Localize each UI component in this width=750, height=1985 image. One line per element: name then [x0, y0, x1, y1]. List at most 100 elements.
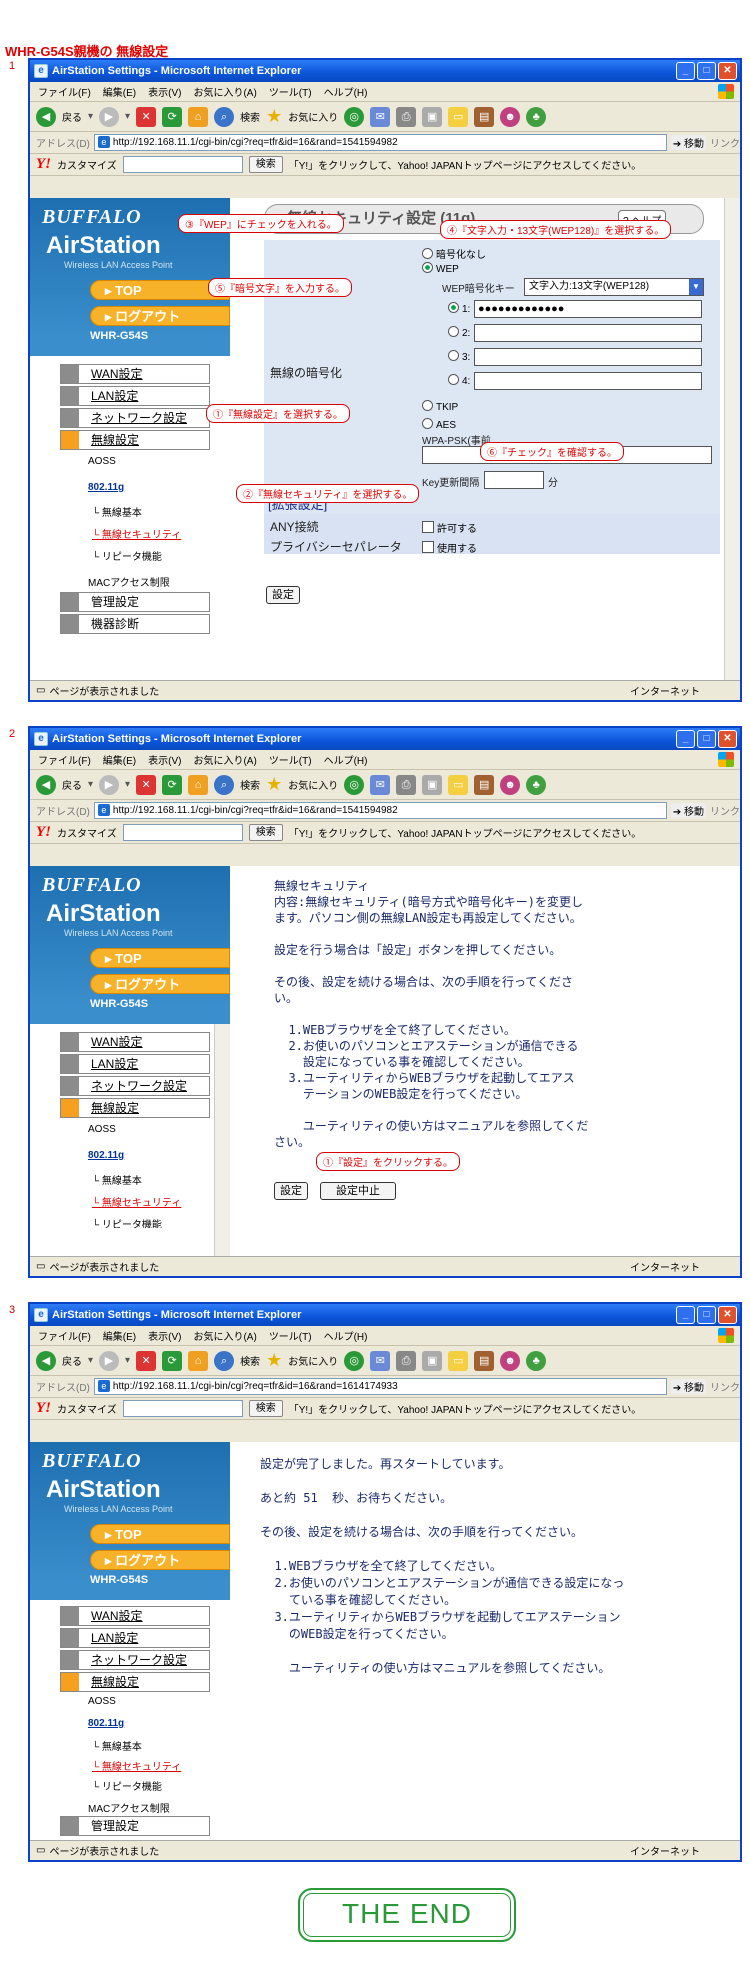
logout-button[interactable]: ▸ ログアウト — [90, 306, 230, 326]
nav-mac-filter[interactable]: MACアクセス制限 — [88, 574, 170, 589]
edit-icon[interactable]: ▣ — [422, 106, 443, 127]
print-icon[interactable]: ⎙ — [396, 106, 417, 127]
edit-icon[interactable]: ▣ — [422, 774, 443, 795]
yahoo-search-button[interactable]: 検索 — [248, 824, 283, 841]
nav-wireless-basic[interactable]: └ 無線基本 — [92, 504, 142, 519]
users-icon[interactable]: ♣ — [526, 1350, 547, 1371]
nav-diagnostics[interactable]: 機器診断 — [60, 614, 210, 634]
go-button[interactable]: ➔ 移動 — [670, 803, 706, 818]
minimize-button[interactable]: _ — [676, 62, 695, 80]
users-icon[interactable]: ♣ — [526, 106, 547, 127]
menu-file[interactable]: ファイル(F) — [38, 1328, 91, 1343]
radio-tkip[interactable]: TKIP — [422, 400, 458, 413]
links-label[interactable]: リンク — [710, 1379, 740, 1394]
menu-view[interactable]: 表示(V) — [148, 1328, 181, 1343]
key-interval-input[interactable] — [484, 471, 544, 489]
print-icon[interactable]: ⎙ — [396, 774, 417, 795]
refresh-icon[interactable]: ⟳ — [162, 106, 183, 127]
mail-icon[interactable]: ✉ — [370, 106, 391, 127]
back-label[interactable]: 戻る — [62, 109, 82, 124]
links-label[interactable]: リンク — [710, 803, 740, 818]
wep-key-3-input[interactable] — [474, 348, 702, 366]
edit-icon[interactable]: ▣ — [422, 1350, 443, 1371]
url-input[interactable]: http://192.168.11.1/cgi-bin/cgi?req=tfr&… — [93, 1378, 667, 1395]
back-label[interactable]: 戻る — [62, 777, 82, 792]
folder-icon[interactable]: ▭ — [448, 106, 469, 127]
wep-key-4-input[interactable] — [474, 372, 702, 390]
menu-view[interactable]: 表示(V) — [148, 752, 181, 767]
folder-icon[interactable]: ▭ — [448, 1350, 469, 1371]
search-label[interactable]: 検索 — [240, 777, 260, 792]
maximize-button[interactable]: □ — [697, 1306, 716, 1324]
menu-view[interactable]: 表示(V) — [148, 84, 181, 99]
refresh-icon[interactable]: ⟳ — [162, 774, 183, 795]
media-icon[interactable]: ◎ — [344, 1350, 365, 1371]
nav-aoss[interactable]: AOSS — [88, 456, 116, 467]
home-icon[interactable]: ⌂ — [188, 774, 209, 795]
nav-wireless[interactable]: 無線設定 — [60, 430, 210, 450]
menu-favorites[interactable]: お気に入り(A) — [193, 84, 256, 99]
wep-key-2-input[interactable] — [474, 324, 702, 342]
back-label[interactable]: 戻る — [62, 1353, 82, 1368]
radio-key-1[interactable]: 1: — [448, 302, 470, 315]
customize-button[interactable]: カスタマイズ — [57, 157, 117, 172]
nav-wireless[interactable]: 無線設定 — [60, 1098, 210, 1118]
favorites-label[interactable]: お気に入り — [288, 109, 338, 124]
maximize-button[interactable]: □ — [697, 62, 716, 80]
nav-wan[interactable]: WAN設定 — [60, 364, 210, 384]
nav-wireless-security[interactable]: └ 無線セキュリティ — [92, 526, 181, 541]
nav-network[interactable]: ネットワーク設定 — [60, 1650, 210, 1670]
research-icon[interactable]: ▤ — [474, 1350, 495, 1371]
submit-button[interactable]: 設定 — [266, 586, 300, 604]
customize-button[interactable]: カスタマイズ — [57, 1401, 117, 1416]
favorites-label[interactable]: お気に入り — [288, 1353, 338, 1368]
search-icon[interactable]: ⌕ — [214, 1350, 235, 1371]
minimize-button[interactable]: _ — [676, 730, 695, 748]
home-icon[interactable]: ⌂ — [188, 106, 209, 127]
yahoo-search-input[interactable] — [122, 1400, 243, 1417]
radio-aes[interactable]: AES — [422, 418, 456, 431]
nav-aoss[interactable]: AOSS — [88, 1124, 116, 1135]
nav-repeater[interactable]: └ リピータ機能 — [92, 1778, 162, 1793]
mail-icon[interactable]: ✉ — [370, 1350, 391, 1371]
menu-help[interactable]: ヘルプ(H) — [324, 84, 368, 99]
menu-file[interactable]: ファイル(F) — [38, 84, 91, 99]
nav-aoss[interactable]: AOSS — [88, 1696, 116, 1707]
yahoo-logo-icon[interactable]: Y! — [36, 824, 51, 841]
forward-arrow-icon[interactable]: ▶ — [99, 774, 120, 795]
media-icon[interactable]: ◎ — [344, 106, 365, 127]
yahoo-search-button[interactable]: 検索 — [248, 156, 283, 173]
nav-repeater[interactable]: └ リピータ機能 — [92, 1216, 162, 1228]
messenger-icon[interactable]: ☻ — [500, 106, 521, 127]
nav-wan[interactable]: WAN設定 — [60, 1606, 210, 1626]
menu-favorites[interactable]: お気に入り(A) — [193, 752, 256, 767]
minimize-button[interactable]: _ — [676, 1306, 695, 1324]
submit-button[interactable]: 設定 — [274, 1182, 308, 1200]
nav-lan[interactable]: LAN設定 — [60, 386, 210, 406]
users-icon[interactable]: ♣ — [526, 774, 547, 795]
menu-edit[interactable]: 編集(E) — [103, 84, 136, 99]
close-button[interactable]: ✕ — [718, 730, 737, 748]
media-icon[interactable]: ◎ — [344, 774, 365, 795]
yahoo-search-input[interactable] — [122, 824, 243, 841]
menu-help[interactable]: ヘルプ(H) — [324, 1328, 368, 1343]
research-icon[interactable]: ▤ — [474, 106, 495, 127]
back-arrow-icon[interactable]: ◀ — [36, 106, 56, 127]
close-button[interactable]: ✕ — [718, 1306, 737, 1324]
favorites-star-icon[interactable]: ★ — [266, 1350, 282, 1371]
forward-arrow-icon[interactable]: ▶ — [99, 106, 120, 127]
favorites-label[interactable]: お気に入り — [288, 777, 338, 792]
stop-icon[interactable]: ✕ — [136, 774, 157, 795]
radio-key-3[interactable]: 3: — [448, 350, 470, 363]
home-icon[interactable]: ⌂ — [188, 1350, 209, 1371]
yahoo-logo-icon[interactable]: Y! — [36, 1400, 51, 1417]
menu-tools[interactable]: ツール(T) — [269, 1328, 312, 1343]
menu-file[interactable]: ファイル(F) — [38, 752, 91, 767]
nav-repeater[interactable]: └ リピータ機能 — [92, 548, 162, 563]
radio-no-encryption[interactable]: 暗号化なし — [422, 246, 486, 261]
nav-wireless-security[interactable]: └ 無線セキュリティ — [92, 1194, 181, 1209]
nav-network[interactable]: ネットワーク設定 — [60, 1076, 210, 1096]
wep-key-1-input[interactable]: ●●●●●●●●●●●●● — [474, 300, 702, 318]
any-connection-checkbox[interactable]: 許可する — [422, 520, 477, 535]
menu-tools[interactable]: ツール(T) — [269, 752, 312, 767]
